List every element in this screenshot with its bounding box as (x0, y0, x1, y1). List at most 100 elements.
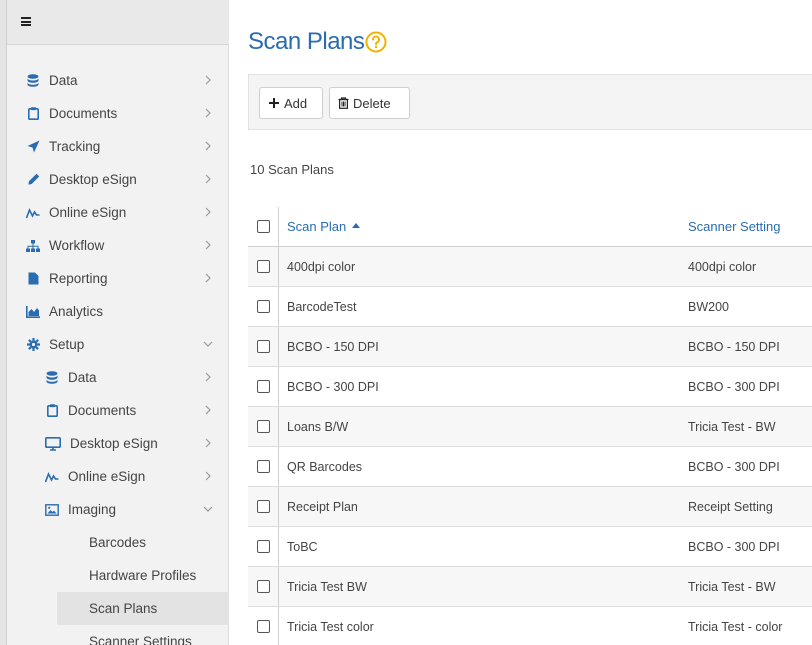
sidebar-subitem-imaging[interactable]: Imaging (7, 493, 229, 526)
cell-scanner-setting: Tricia Test - color (688, 619, 783, 634)
sidebar-subitem-documents[interactable]: Documents (7, 394, 229, 427)
row-checkbox[interactable] (257, 420, 270, 433)
sidebar-item-analytics[interactable]: Analytics (7, 295, 229, 328)
cell-scanner-setting: BCBO - 300 DPI (688, 379, 780, 394)
cell-scan-plan: Tricia Test BW (287, 579, 367, 594)
cell-scan-plan: BarcodeTest (287, 299, 357, 314)
scan-plans-table: Scan Plan Scanner Setting 400dpi color 40… (248, 207, 812, 645)
sidebar-item-label: Scanner Settings (89, 634, 192, 645)
sidebar-subitem-desktop-esign[interactable]: Desktop eSign (7, 427, 229, 460)
sidebar-item-reporting[interactable]: Reporting (7, 262, 229, 295)
table-row[interactable]: Tricia Test BW Tricia Test - BW (248, 567, 812, 607)
row-checkbox[interactable] (257, 340, 270, 353)
sidebar-subitem-scan-plans[interactable]: Scan Plans (57, 592, 229, 625)
clipboard-icon (25, 106, 41, 122)
cell-scanner-setting: BW200 (688, 299, 729, 314)
sidebar-item-label: Hardware Profiles (89, 568, 197, 583)
row-checkbox[interactable] (257, 380, 270, 393)
row-checkbox[interactable] (257, 300, 270, 313)
sidebar-item-label: Desktop eSign (49, 172, 137, 187)
sidebar-item-label: Documents (68, 403, 137, 418)
table-row[interactable]: BCBO - 150 DPI BCBO - 150 DPI (248, 327, 812, 367)
select-all-checkbox[interactable] (257, 220, 270, 233)
help-icon[interactable] (365, 31, 387, 53)
hamburger-menu-icon[interactable] (21, 17, 31, 26)
trash-icon (338, 97, 349, 109)
sidebar-item-label: Tracking (49, 139, 101, 154)
sidebar-item-label: Data (68, 370, 97, 385)
cell-scan-plan: Tricia Test color (287, 619, 374, 634)
sidebar-item-data[interactable]: Data (7, 64, 229, 97)
column-divider (278, 327, 279, 366)
row-checkbox[interactable] (257, 540, 270, 553)
table-row[interactable]: BCBO - 300 DPI BCBO - 300 DPI (248, 367, 812, 407)
table-row[interactable]: Receipt Plan Receipt Setting (248, 487, 812, 527)
chevron-right-icon (205, 108, 211, 118)
table-row[interactable]: BarcodeTest BW200 (248, 287, 812, 327)
row-checkbox[interactable] (257, 500, 270, 513)
cell-scanner-setting: 400dpi color (688, 259, 757, 274)
table-row[interactable]: 400dpi color 400dpi color (248, 247, 812, 287)
table-row[interactable]: Tricia Test color Tricia Test - color (248, 607, 812, 645)
column-header-scan-plan[interactable]: Scan Plan (287, 219, 361, 234)
file-icon (25, 271, 41, 287)
row-checkbox[interactable] (257, 620, 270, 633)
sidebar-subitem-barcodes[interactable]: Barcodes (7, 526, 229, 559)
sidebar-item-online-esign[interactable]: Online eSign (7, 196, 229, 229)
sidebar-item-label: Analytics (49, 304, 104, 319)
add-button-label: Add (284, 95, 308, 111)
gear-icon (25, 337, 41, 353)
sidebar-item-documents[interactable]: Documents (7, 97, 229, 130)
sidebar-item-label: Documents (49, 106, 118, 121)
cell-scan-plan: 400dpi color (287, 259, 356, 274)
add-button[interactable]: Add (259, 87, 323, 119)
table-row[interactable]: ToBC BCBO - 300 DPI (248, 527, 812, 567)
sidebar-item-label: Online eSign (49, 205, 127, 220)
chevron-right-icon (205, 141, 211, 151)
row-checkbox[interactable] (257, 580, 270, 593)
sidebar-subitem-data[interactable]: Data (7, 361, 229, 394)
sidebar-subitem-hardware-profiles[interactable]: Hardware Profiles (7, 559, 229, 592)
sidebar-item-desktop-esign[interactable]: Desktop eSign (7, 163, 229, 196)
sidebar-subitem-online-esign[interactable]: Online eSign (7, 460, 229, 493)
sidebar-item-label: Setup (49, 337, 85, 352)
cell-scan-plan: BCBO - 300 DPI (287, 379, 379, 394)
column-divider (278, 407, 279, 446)
row-checkbox[interactable] (257, 460, 270, 473)
sidebar-item-label: Desktop eSign (70, 436, 158, 451)
cell-scan-plan: Receipt Plan (287, 499, 358, 514)
clipboard-icon (44, 403, 60, 419)
column-header-label: Scan Plan (287, 219, 347, 234)
image-icon (44, 502, 60, 518)
sort-ascending-icon (352, 223, 361, 228)
chevron-down-icon (203, 341, 213, 347)
plus-icon (269, 98, 279, 108)
table-row[interactable]: Loans B/W Tricia Test - BW (248, 407, 812, 447)
signature-icon (25, 205, 41, 221)
column-header-scanner-setting[interactable]: Scanner Setting (688, 219, 781, 234)
toolbar: Add Delete (248, 74, 812, 130)
cell-scanner-setting: Tricia Test - BW (688, 579, 776, 594)
column-divider (278, 287, 279, 326)
sidebar-item-tracking[interactable]: Tracking (7, 130, 229, 163)
sidebar-subitem-scanner-settings[interactable]: Scanner Settings (7, 625, 229, 645)
sidebar-item-label: Workflow (49, 238, 105, 253)
sidebar-item-label: Online eSign (68, 469, 146, 484)
chevron-right-icon (205, 438, 211, 448)
sidebar-item-label: Barcodes (89, 535, 147, 550)
record-count: 10 Scan Plans (250, 162, 334, 177)
chevron-right-icon (205, 75, 211, 85)
column-divider (278, 567, 279, 606)
chevron-right-icon (205, 240, 211, 250)
delete-button[interactable]: Delete (329, 87, 410, 119)
cell-scan-plan: QR Barcodes (287, 459, 363, 474)
main-content: Scan Plans Add Delete 10 Scan Plans Scan… (229, 0, 812, 645)
cell-scan-plan: ToBC (287, 539, 318, 554)
sidebar-item-workflow[interactable]: Workflow (7, 229, 229, 262)
sidebar-header (7, 0, 229, 45)
row-checkbox[interactable] (257, 260, 270, 273)
sidebar-item-setup[interactable]: Setup (7, 328, 229, 361)
column-divider (278, 447, 279, 486)
table-row[interactable]: QR Barcodes BCBO - 300 DPI (248, 447, 812, 487)
chevron-right-icon (205, 471, 211, 481)
